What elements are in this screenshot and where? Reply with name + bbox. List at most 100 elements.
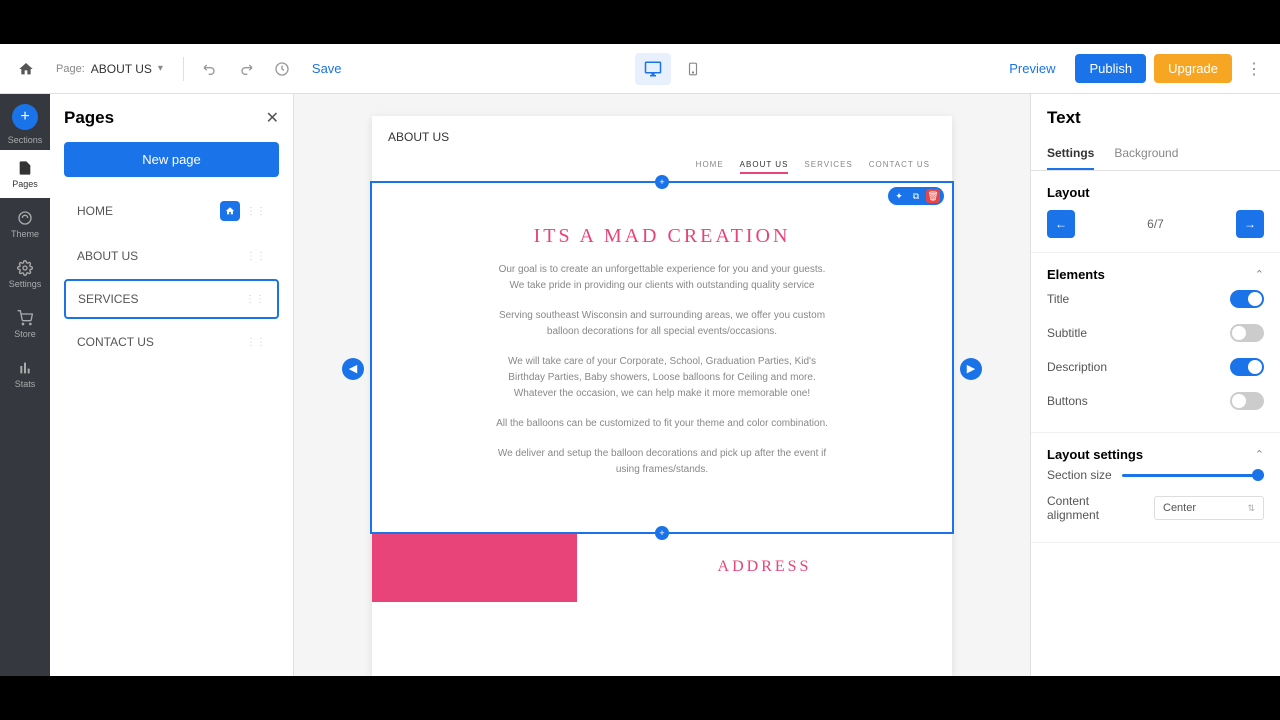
page-item[interactable]: SERVICES⋮⋮ — [64, 279, 279, 319]
publish-button[interactable]: Publish — [1075, 54, 1146, 83]
history-button[interactable] — [268, 55, 296, 83]
rail-theme[interactable]: Theme — [0, 200, 50, 248]
rail-label: Theme — [11, 229, 39, 239]
select-arrows-icon: ⇅ — [1247, 503, 1255, 514]
element-toggle-row: Subtitle — [1047, 316, 1264, 350]
drag-handle-icon[interactable]: ⋮⋮ — [246, 206, 266, 217]
address-section[interactable]: ADDRESS — [372, 532, 952, 602]
drag-handle-icon[interactable]: ⋮⋮ — [246, 251, 266, 262]
canvas-nav-item[interactable]: HOME — [696, 160, 724, 174]
chevron-down-icon: ▾ — [158, 63, 163, 74]
address-title[interactable]: ADDRESS — [718, 558, 812, 576]
rail-label: Store — [14, 329, 36, 339]
rail-label: Sections — [8, 135, 43, 145]
element-label: Subtitle — [1047, 326, 1087, 340]
layout-label: Layout — [1047, 185, 1264, 200]
preview-button[interactable]: Preview — [997, 55, 1067, 82]
section-size-label: Section size — [1047, 468, 1112, 482]
add-section-above[interactable]: + — [655, 175, 669, 189]
new-page-button[interactable]: New page — [64, 142, 279, 177]
alignment-label: Content alignment — [1047, 494, 1144, 522]
rail-sections[interactable]: + Sections — [0, 100, 50, 148]
theme-icon — [17, 210, 33, 226]
top-toolbar: Page: ABOUT US ▾ Save Preview Publish Up… — [0, 44, 1280, 94]
section-prev-arrow[interactable]: ◀ — [342, 358, 364, 380]
rail-settings[interactable]: Settings — [0, 250, 50, 298]
desktop-view-button[interactable] — [635, 53, 671, 85]
right-panel: Text Settings Background Layout ← 6/7 → … — [1030, 94, 1280, 676]
hero-title[interactable]: ITS A MAD CREATION — [402, 225, 922, 248]
upgrade-button[interactable]: Upgrade — [1154, 54, 1232, 83]
canvas-page-title: ABOUT US — [372, 116, 952, 154]
cart-icon — [17, 310, 33, 326]
layout-settings-label: Layout settings — [1047, 447, 1143, 462]
selected-section[interactable]: + + ◀ ▶ ✦ ⧉ 🗑 ITS A MAD CREATION Our goa… — [370, 181, 954, 534]
panel-title: Pages — [64, 108, 114, 128]
canvas-wrap: ABOUT US HOMEABOUT USSERVICESCONTACT US … — [294, 94, 1030, 676]
add-section-below[interactable]: + — [655, 526, 669, 540]
stats-icon — [17, 360, 33, 376]
element-toggle-row: Title — [1047, 282, 1264, 316]
rail-store[interactable]: Store — [0, 300, 50, 348]
section-duplicate-button[interactable]: ⧉ — [909, 189, 923, 203]
device-preview-group — [635, 53, 711, 85]
redo-button[interactable] — [232, 55, 260, 83]
tab-background[interactable]: Background — [1114, 138, 1178, 170]
more-menu-button[interactable]: ⋮ — [1240, 55, 1268, 83]
mobile-view-button[interactable] — [675, 53, 711, 85]
canvas[interactable]: ABOUT US HOMEABOUT USSERVICESCONTACT US … — [372, 116, 952, 676]
hero-paragraph[interactable]: Our goal is to create an unforgettable e… — [492, 262, 832, 294]
section-move-button[interactable]: ✦ — [892, 189, 906, 203]
toggle-switch[interactable] — [1230, 290, 1264, 308]
canvas-nav-item[interactable]: SERVICES — [804, 160, 852, 174]
canvas-nav-item[interactable]: ABOUT US — [740, 160, 789, 174]
page-item[interactable]: HOME⋮⋮ — [64, 189, 279, 233]
rail-label: Settings — [9, 279, 42, 289]
rail-stats[interactable]: Stats — [0, 350, 50, 398]
toggle-switch[interactable] — [1230, 358, 1264, 376]
alignment-select[interactable]: Center ⇅ — [1154, 496, 1264, 520]
layout-next-button[interactable]: → — [1236, 210, 1264, 238]
home-badge-icon — [220, 201, 240, 221]
drag-handle-icon[interactable]: ⋮⋮ — [245, 294, 265, 305]
save-button[interactable]: Save — [304, 57, 350, 80]
page-item-label: ABOUT US — [77, 249, 138, 263]
undo-button[interactable] — [196, 55, 224, 83]
element-label: Description — [1047, 360, 1107, 374]
page-select-label: Page: — [56, 63, 85, 75]
chevron-up-icon[interactable]: ⌃ — [1255, 268, 1264, 281]
hero-paragraph[interactable]: We will take care of your Corporate, Sch… — [492, 354, 832, 402]
page-select-value: ABOUT US — [91, 62, 152, 76]
element-toggle-row: Description — [1047, 350, 1264, 384]
section-delete-button[interactable]: 🗑 — [926, 189, 940, 203]
divider — [183, 57, 184, 81]
layout-value: 6/7 — [1083, 217, 1228, 231]
hero-paragraph[interactable]: All the balloons can be customized to fi… — [492, 416, 832, 432]
section-next-arrow[interactable]: ▶ — [960, 358, 982, 380]
close-panel-button[interactable]: ✕ — [266, 108, 279, 128]
home-button[interactable] — [12, 55, 40, 83]
chevron-up-icon[interactable]: ⌃ — [1255, 448, 1264, 461]
rail-label: Stats — [15, 379, 36, 389]
drag-handle-icon[interactable]: ⋮⋮ — [246, 337, 266, 348]
canvas-nav-item[interactable]: CONTACT US — [869, 160, 930, 174]
element-label: Title — [1047, 292, 1069, 306]
pages-icon — [17, 160, 33, 176]
rail-pages[interactable]: Pages — [0, 150, 50, 198]
section-size-slider[interactable] — [1122, 474, 1264, 477]
right-panel-title: Text — [1031, 94, 1280, 138]
hero-paragraph[interactable]: Serving southeast Wisconsin and surround… — [492, 308, 832, 340]
alignment-value: Center — [1163, 502, 1196, 514]
page-item[interactable]: ABOUT US ⋮⋮ — [64, 237, 279, 275]
page-selector[interactable]: Page: ABOUT US ▾ — [48, 58, 171, 80]
toggle-switch[interactable] — [1230, 324, 1264, 342]
pages-panel: Pages ✕ New page HOME⋮⋮ABOUT US⋮⋮SERVICE… — [50, 94, 294, 676]
gear-icon — [17, 260, 33, 276]
tab-settings[interactable]: Settings — [1047, 138, 1094, 170]
layout-prev-button[interactable]: ← — [1047, 210, 1075, 238]
left-rail: + Sections Pages Theme Settings Store — [0, 94, 50, 676]
toggle-switch[interactable] — [1230, 392, 1264, 410]
element-label: Buttons — [1047, 394, 1088, 408]
page-item[interactable]: CONTACT US⋮⋮ — [64, 323, 279, 361]
hero-paragraph[interactable]: We deliver and setup the balloon decorat… — [492, 446, 832, 478]
